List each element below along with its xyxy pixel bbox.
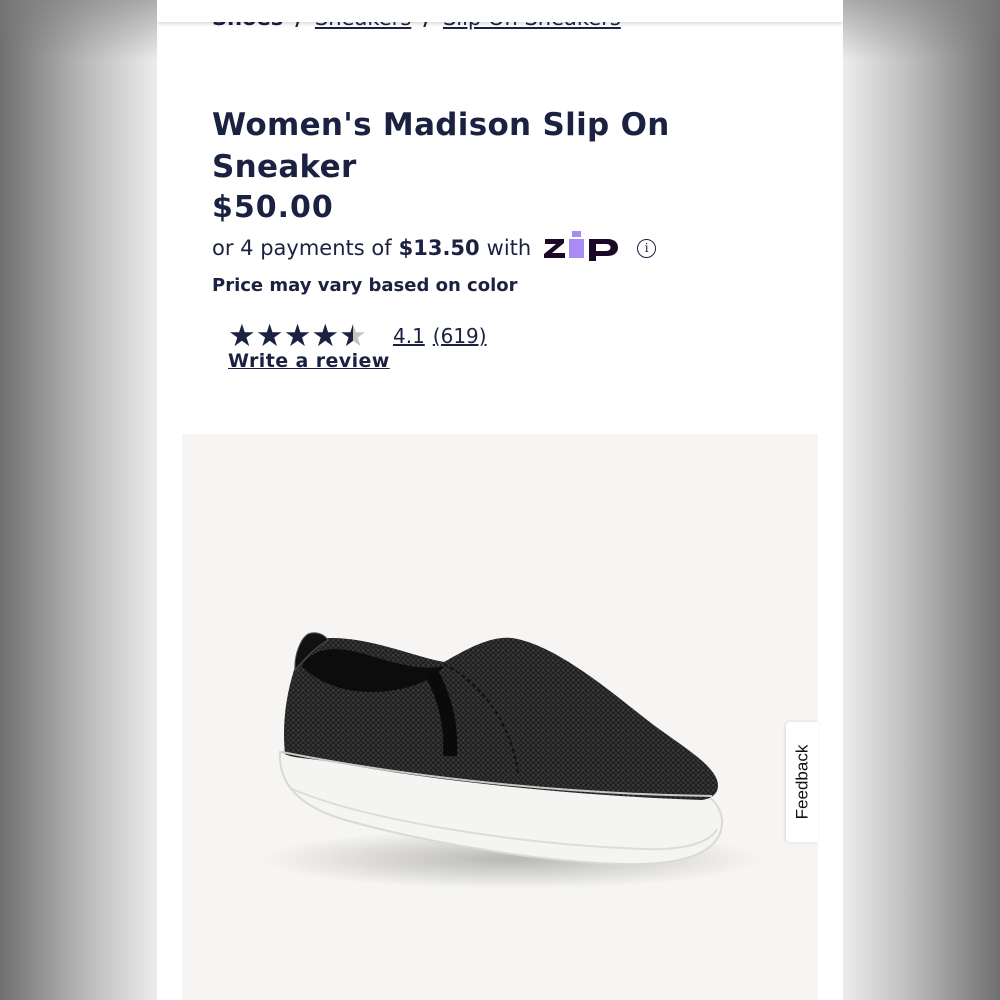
installment-suffix: with: [486, 236, 532, 260]
star-icon: ★: [311, 318, 340, 353]
zip-logo-graphic: [544, 230, 619, 261]
installment-prefix: or 4 payments of: [212, 236, 392, 260]
star-icon: ★: [255, 318, 284, 353]
product-title: Women's Madison Slip On Sneaker: [212, 107, 670, 185]
rating-row: ★ ★ ★ ★ ★ 4.1 (619): [228, 320, 487, 352]
rating-score: 4.1: [392, 324, 425, 348]
rating-link[interactable]: 4.1 (619): [393, 324, 487, 348]
star-rating: ★ ★ ★ ★ ★: [228, 320, 367, 352]
feedback-tab[interactable]: Feedback: [786, 722, 818, 842]
sneaker-image: [262, 632, 762, 889]
product-image[interactable]: [182, 434, 818, 1000]
zip-logo[interactable]: [543, 230, 625, 267]
star-icon: ★: [339, 318, 367, 353]
rating-count: (619): [432, 324, 487, 348]
installment-amount: $13.50: [398, 236, 480, 260]
feedback-label: Feedback: [792, 744, 812, 820]
star-icon: ★: [283, 318, 312, 353]
product-page: Shoes/Sneakers/Slip On Sneakers Women's …: [157, 0, 843, 1000]
header-bar: [157, 0, 843, 22]
product-price: $50.00: [212, 190, 334, 225]
installment-info: or 4 payments of $13.50 with i: [212, 230, 657, 263]
price-note: Price may vary based on color: [212, 275, 518, 296]
info-circle-icon[interactable]: i: [637, 238, 657, 258]
star-icon: ★: [228, 318, 256, 353]
write-review-link[interactable]: Write a review: [228, 350, 390, 372]
